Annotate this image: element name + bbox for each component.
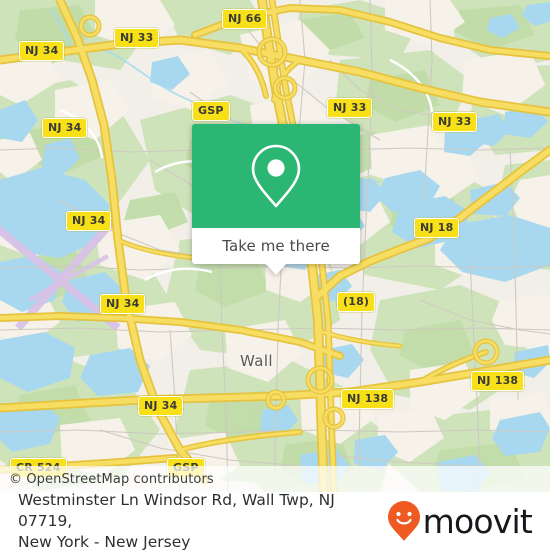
highway-shield[interactable]: NJ 33	[327, 98, 373, 118]
moovit-wordmark: moovit	[422, 501, 533, 541]
location-popup-card[interactable]: Take me there	[192, 124, 360, 275]
address-block: Westminster Ln Windsor Rd, Wall Twp, NJ …	[18, 490, 387, 550]
highway-shield[interactable]: NJ 66	[222, 9, 268, 29]
footer-bar: Westminster Ln Windsor Rd, Wall Twp, NJ …	[0, 490, 550, 550]
place-label-wall: Wall	[240, 352, 273, 370]
address-line-1: Westminster Ln Windsor Rd, Wall Twp, NJ …	[18, 490, 335, 530]
highway-shield[interactable]: NJ 33	[114, 28, 160, 48]
take-me-there-label: Take me there	[222, 237, 330, 255]
moovit-logo[interactable]: moovit	[387, 500, 536, 542]
highway-shield[interactable]: NJ 33	[432, 112, 478, 132]
highway-shield[interactable]: NJ 34	[19, 41, 65, 61]
highway-shield[interactable]: NJ 34	[100, 294, 146, 314]
moovit-smiley-pin-icon	[387, 501, 420, 541]
highway-shield[interactable]: NJ 138	[471, 371, 525, 391]
address-line-2: New York - New Jersey	[18, 532, 191, 550]
popup-header	[192, 124, 360, 228]
location-pin-icon	[251, 144, 301, 208]
map-screenshot-root: Wall NJ 66 NJ 33 NJ 34 NJ 33 NJ 33 GSP N…	[0, 0, 550, 550]
map-attribution-bar: © OpenStreetMap contributors	[0, 466, 550, 492]
popup-action-bar[interactable]: Take me there	[192, 228, 360, 264]
highway-shield[interactable]: NJ 34	[66, 211, 112, 231]
highway-shield[interactable]: NJ 34	[42, 118, 88, 138]
highway-shield[interactable]: GSP	[192, 101, 230, 121]
highway-shield[interactable]: NJ 18	[414, 218, 460, 238]
highway-shield[interactable]: (18)	[337, 292, 376, 312]
highway-shield[interactable]: NJ 34	[138, 396, 184, 416]
osm-attribution-text[interactable]: © OpenStreetMap contributors	[0, 472, 214, 487]
highway-shield[interactable]: NJ 138	[341, 389, 395, 409]
popup-tail	[265, 263, 287, 275]
map-canvas[interactable]: Wall NJ 66 NJ 33 NJ 34 NJ 33 NJ 33 GSP N…	[0, 0, 550, 492]
